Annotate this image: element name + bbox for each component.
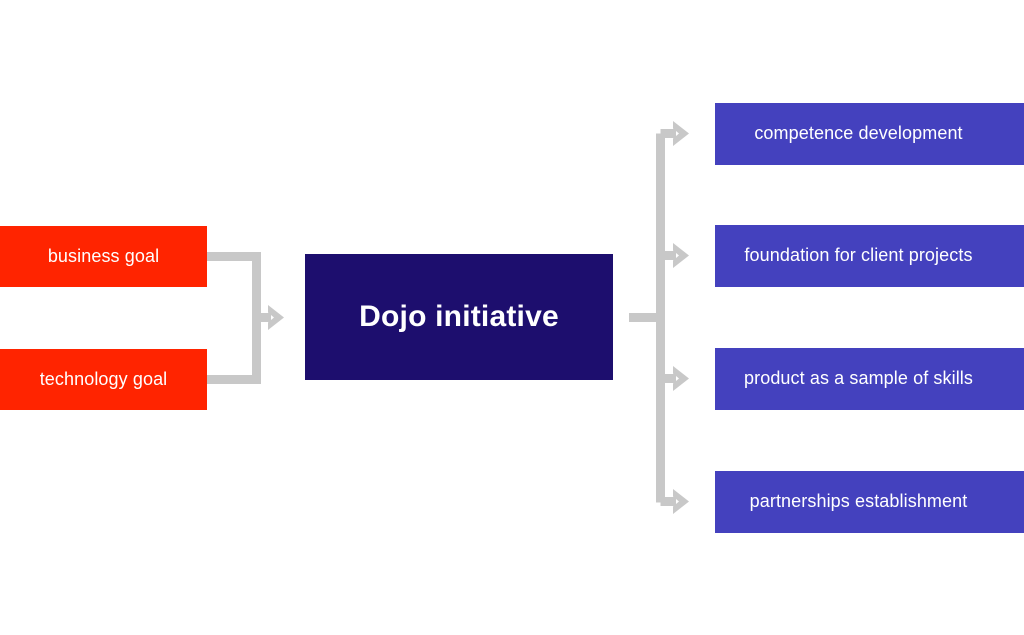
outcome-node-product-as-a-sample-of-skills[interactable]: product as a sample of skills — [715, 348, 1024, 410]
outcome-node-label: foundation for client projects — [744, 245, 973, 266]
connector-inputs-to-center — [207, 252, 284, 384]
outcome-node-label: product as a sample of skills — [744, 368, 973, 389]
outcome-node-partnerships-establishment[interactable]: partnerships establishment — [715, 471, 1024, 533]
arrowhead-icon-outcome-1 — [673, 243, 689, 268]
arrowhead-icon-outcome-0 — [673, 121, 689, 146]
input-node-label: technology goal — [39, 368, 168, 389]
input-node-business-goal[interactable]: business goal — [0, 226, 207, 287]
outcome-node-foundation-for-client-projects[interactable]: foundation for client projects — [715, 225, 1024, 287]
outcome-node-competence-development[interactable]: competence development — [715, 103, 1024, 165]
arrowhead-icon-outcome-3 — [673, 489, 689, 514]
center-node-label: Dojo initiative — [359, 300, 559, 333]
outcome-node-label: competence development — [754, 123, 963, 144]
connector-center-to-outcomes — [629, 121, 689, 514]
arrowhead-icon-to-center — [268, 305, 284, 330]
outcome-node-label: partnerships establishment — [749, 491, 968, 512]
input-merge-bracket — [207, 252, 261, 384]
input-node-technology-goal[interactable]: technology goal — [0, 349, 207, 410]
diagram-canvas: business goal technology goal Dojo initi… — [0, 0, 1024, 635]
arrowhead-icon-outcome-2 — [673, 366, 689, 391]
center-node-dojo-initiative[interactable]: Dojo initiative — [305, 254, 613, 380]
input-node-label: business goal — [47, 245, 160, 266]
